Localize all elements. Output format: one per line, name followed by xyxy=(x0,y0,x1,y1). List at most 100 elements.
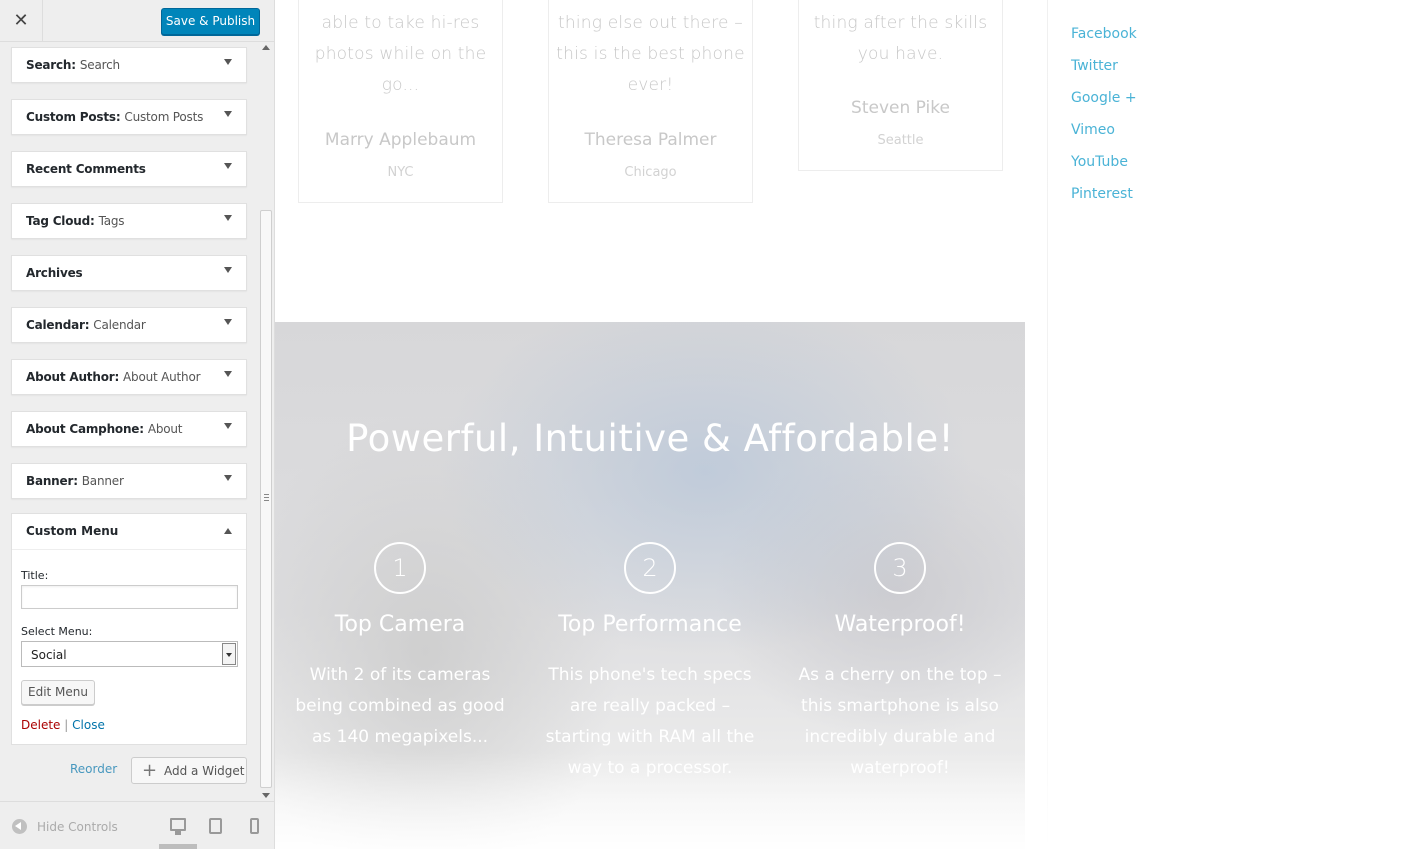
widget-search[interactable]: Search: Search xyxy=(11,47,247,83)
feature-description: This phone's tech specs are really packe… xyxy=(545,665,755,778)
widget-banner[interactable]: Banner: Banner xyxy=(11,463,247,499)
reorder-link[interactable]: Reorder xyxy=(70,762,117,776)
tablet-icon[interactable] xyxy=(209,818,222,834)
panel-header: ✕ Save & Publish xyxy=(0,0,274,42)
sidebar-divider xyxy=(1047,0,1048,849)
widget-list: Search: Search Custom Posts: Custom Post… xyxy=(0,43,258,801)
caret-down-icon[interactable] xyxy=(224,475,232,481)
scrollbar-thumb[interactable] xyxy=(260,210,272,788)
widget-title: Tags xyxy=(98,214,125,228)
feature-title: Top Camera xyxy=(334,612,466,637)
caret-down-icon[interactable] xyxy=(224,215,232,221)
social-link-pinterest[interactable]: Pinterest xyxy=(1071,178,1137,210)
plus-icon: + xyxy=(142,760,158,781)
social-link-twitter[interactable]: Twitter xyxy=(1071,50,1137,82)
menu-select[interactable]: Social xyxy=(21,641,238,667)
widget-tag-cloud[interactable]: Tag Cloud: Tags xyxy=(11,203,247,239)
feature-number: 3 xyxy=(874,542,926,594)
testimonial-quote: thing after the skills you have. xyxy=(813,13,988,64)
testimonial-city: Chicago xyxy=(624,165,677,180)
close-link[interactable]: Close xyxy=(72,718,105,732)
widget-title: Banner xyxy=(81,474,124,488)
widget-name: Banner xyxy=(26,474,74,488)
widget-custom-posts[interactable]: Custom Posts: Custom Posts xyxy=(11,99,247,135)
custom-menu-header[interactable]: Custom Menu xyxy=(12,514,246,550)
select-menu-label: Select Menu: xyxy=(21,625,93,638)
feature-description: As a cherry on the top – this smartphone… xyxy=(798,665,1002,778)
desktop-icon[interactable] xyxy=(170,818,186,835)
social-menu: Facebook Twitter Google + Vimeo YouTube … xyxy=(1071,18,1137,210)
title-label: Title: xyxy=(21,569,49,582)
caret-down-icon[interactable] xyxy=(224,267,232,273)
feature-number: 1 xyxy=(374,542,426,594)
widget-name: Archives xyxy=(26,266,83,280)
testimonial-city: NYC xyxy=(387,165,414,180)
testimonial-card: thing else out there – this is the best … xyxy=(548,0,753,203)
widget-about-author[interactable]: About Author: About Author xyxy=(11,359,247,395)
feature-description: With 2 of its cameras being combined as … xyxy=(295,665,505,747)
collapse-arrow-icon[interactable] xyxy=(12,819,27,834)
feature-number: 2 xyxy=(624,542,676,594)
widget-name: Search xyxy=(26,58,72,72)
widget-archives[interactable]: Archives xyxy=(11,255,247,291)
feature-title: Waterproof! xyxy=(834,612,966,637)
caret-down-icon[interactable] xyxy=(224,59,232,65)
widget-name: About Camphone xyxy=(26,422,140,436)
caret-down-icon[interactable] xyxy=(224,423,232,429)
widget-title: Calendar xyxy=(93,318,146,332)
widget-name: Recent Comments xyxy=(26,162,146,176)
title-input[interactable] xyxy=(21,585,238,609)
widget-actions: Delete | Close xyxy=(21,718,105,732)
caret-up-icon[interactable] xyxy=(224,528,232,534)
mobile-icon[interactable] xyxy=(250,818,259,834)
widget-title: Search xyxy=(79,58,120,72)
testimonial-card: able to take hi-res photos while on the … xyxy=(298,0,503,203)
widget-title: Custom Posts xyxy=(124,110,204,124)
delete-link[interactable]: Delete xyxy=(21,718,60,732)
testimonial-name: Marry Applebaum xyxy=(324,130,477,150)
widget-name: Custom Menu xyxy=(26,524,119,538)
site-preview: able to take hi-res photos while on the … xyxy=(275,0,1419,849)
active-device-indicator xyxy=(159,844,197,849)
grip-icon xyxy=(264,494,269,501)
widget-name: Custom Posts xyxy=(26,110,116,124)
social-link-vimeo[interactable]: Vimeo xyxy=(1071,114,1137,146)
widget-calendar[interactable]: Calendar: Calendar xyxy=(11,307,247,343)
testimonial-quote: thing else out there – this is the best … xyxy=(556,13,745,95)
social-link-youtube[interactable]: YouTube xyxy=(1071,146,1137,178)
caret-down-icon[interactable] xyxy=(224,319,232,325)
panel-footer: Hide Controls xyxy=(0,801,274,849)
widget-recent-comments[interactable]: Recent Comments xyxy=(11,151,247,187)
hide-controls-button[interactable]: Hide Controls xyxy=(37,820,118,834)
scroll-down-icon[interactable] xyxy=(262,793,270,798)
section-title: Powerful, Intuitive & Affordable! xyxy=(346,417,954,460)
edit-menu-button[interactable]: Edit Menu xyxy=(21,680,95,705)
separator: | xyxy=(64,718,69,732)
caret-down-icon[interactable] xyxy=(224,163,232,169)
testimonial-city: Seattle xyxy=(877,133,924,148)
panel-scrollbar[interactable] xyxy=(258,43,274,801)
widget-custom-menu: Custom Menu Title: Select Menu: Social E… xyxy=(11,513,247,745)
widget-about-camphone[interactable]: About Camphone: About xyxy=(11,411,247,447)
widget-name: About Author xyxy=(26,370,115,384)
caret-down-icon[interactable] xyxy=(224,111,232,117)
widget-name: Calendar xyxy=(26,318,85,332)
features-section: Powerful, Intuitive & Affordable! 1 Top … xyxy=(275,322,1025,849)
feature-title: Top Performance xyxy=(558,612,742,637)
testimonial-name: Steven Pike xyxy=(851,98,950,118)
save-publish-button[interactable]: Save & Publish xyxy=(161,8,260,35)
social-link-facebook[interactable]: Facebook xyxy=(1071,18,1137,50)
widget-name: Tag Cloud xyxy=(26,214,91,228)
caret-down-icon[interactable] xyxy=(224,371,232,377)
close-icon[interactable]: ✕ xyxy=(0,0,43,42)
widget-title: About xyxy=(147,422,183,436)
customizer-panel: ✕ Save & Publish Search: Search Custom P… xyxy=(0,0,275,849)
social-link-google-plus[interactable]: Google + xyxy=(1071,82,1137,114)
testimonial-card: thing after the skills you have. Steven … xyxy=(798,0,1003,171)
widget-title: About Author xyxy=(123,370,201,384)
add-widget-button[interactable]: + Add a Widget xyxy=(131,757,247,784)
customizer-screen: ✕ Save & Publish Search: Search Custom P… xyxy=(0,0,1419,849)
dropdown-arrow-icon[interactable] xyxy=(222,643,236,665)
menu-select-value: Social xyxy=(31,648,67,662)
scroll-up-icon[interactable] xyxy=(262,45,270,50)
